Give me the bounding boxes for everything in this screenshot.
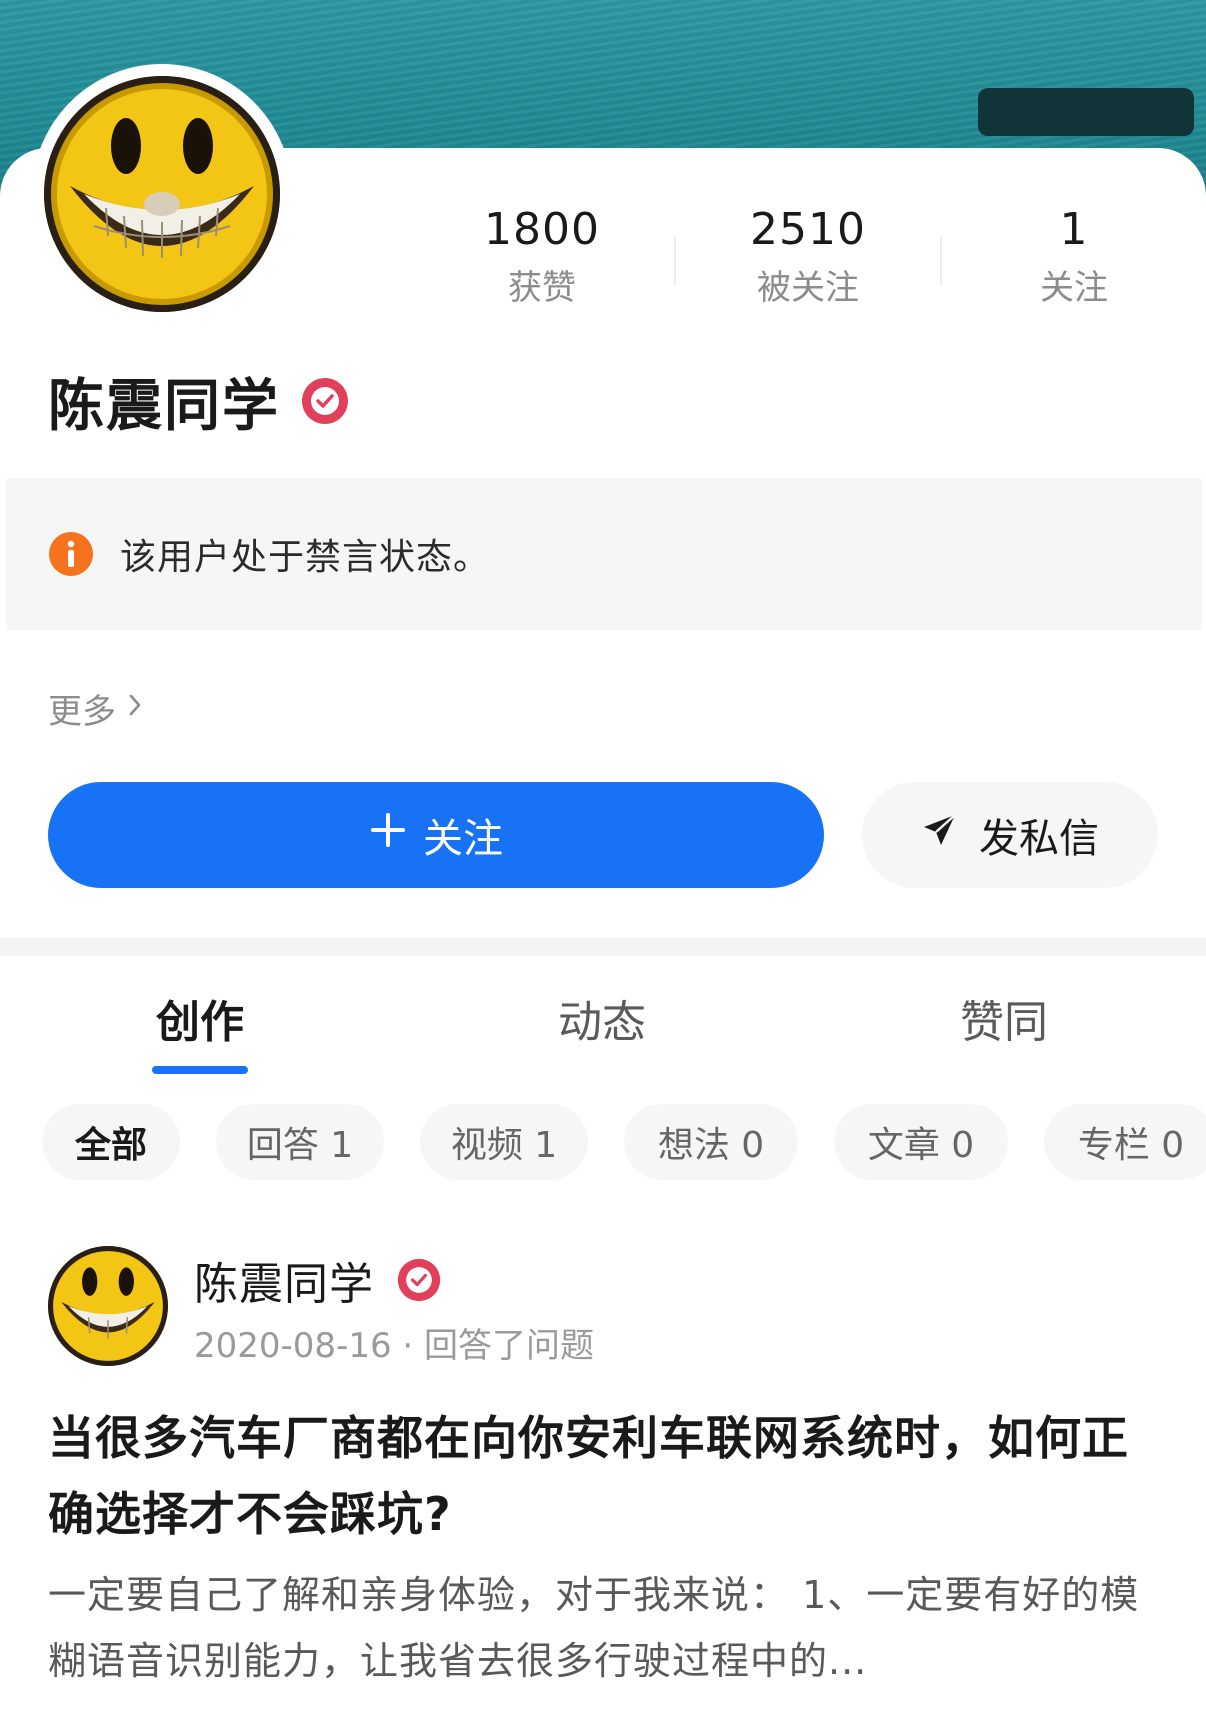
- chevron-right-icon: [116, 689, 144, 729]
- profile-name: 陈震同学: [48, 373, 280, 439]
- stat-value: 1800: [484, 204, 600, 255]
- filter-chips: 全部 回答 1 视频 1 想法 0 文章 0 专栏 0: [0, 1104, 1206, 1180]
- stat-likes[interactable]: 1800 获赞: [442, 200, 642, 312]
- profile-avatar[interactable]: [32, 64, 292, 324]
- follow-button[interactable]: 关注: [48, 782, 824, 888]
- filter-videos[interactable]: 视频 1: [420, 1104, 588, 1180]
- message-button[interactable]: 发私信: [862, 782, 1158, 888]
- active-tab-indicator: [152, 1066, 248, 1074]
- tab-activity[interactable]: 动态: [482, 986, 722, 1050]
- info-icon: [48, 531, 94, 577]
- section-divider: [0, 938, 1206, 956]
- filter-articles[interactable]: 文章 0: [834, 1104, 1008, 1180]
- filter-all[interactable]: 全部: [42, 1104, 180, 1180]
- profile-name-row: 陈震同学: [48, 366, 350, 439]
- filter-columns[interactable]: 专栏 0: [1044, 1104, 1206, 1180]
- avatar-image: [44, 76, 280, 312]
- stat-label: 获赞: [508, 268, 576, 308]
- stat-value: 2510: [750, 204, 866, 255]
- stat-divider: [674, 236, 676, 286]
- post-author: 陈震同学: [194, 1248, 442, 1312]
- verified-check-icon: [396, 1257, 442, 1303]
- post-excerpt[interactable]: 一定要自己了解和亲身体验，对于我来说： 1、一定要有好的模糊语音识别能力，让我省…: [48, 1562, 1168, 1694]
- post-author-name[interactable]: 陈震同学: [194, 1248, 374, 1312]
- stat-value: 1: [1059, 204, 1089, 255]
- stat-label: 被关注: [757, 268, 859, 308]
- notice-text: 该用户处于禁言状态。: [120, 537, 491, 578]
- stat-following[interactable]: 1 关注: [974, 200, 1174, 312]
- filter-answers[interactable]: 回答 1: [216, 1104, 384, 1180]
- stat-followers[interactable]: 2510 被关注: [708, 200, 908, 312]
- more-link[interactable]: 更多: [48, 684, 144, 733]
- mute-notice: 该用户处于禁言状态。: [6, 478, 1202, 630]
- filter-thoughts[interactable]: 想法 0: [624, 1104, 798, 1180]
- plus-icon: [369, 811, 407, 859]
- tab-creation[interactable]: 创作: [80, 986, 320, 1050]
- more-label: 更多: [48, 692, 116, 732]
- post-author-avatar[interactable]: [48, 1246, 168, 1366]
- message-label: 发私信: [979, 816, 1099, 862]
- verified-check-icon: [300, 376, 350, 426]
- post-meta: 2020-08-16 · 回答了问题: [194, 1326, 595, 1366]
- follow-label: 关注: [423, 816, 503, 862]
- banner-overlay-pill: [978, 88, 1194, 136]
- content-tabs: 创作 动态 赞同: [0, 980, 1206, 1080]
- paper-plane-icon: [921, 811, 979, 859]
- stat-label: 关注: [1040, 268, 1108, 308]
- stat-divider: [940, 236, 942, 286]
- tab-upvotes[interactable]: 赞同: [884, 986, 1124, 1050]
- post-title[interactable]: 当很多汽车厂商都在向你安利车联网系统时，如何正确选择才不会踩坑?: [48, 1400, 1168, 1552]
